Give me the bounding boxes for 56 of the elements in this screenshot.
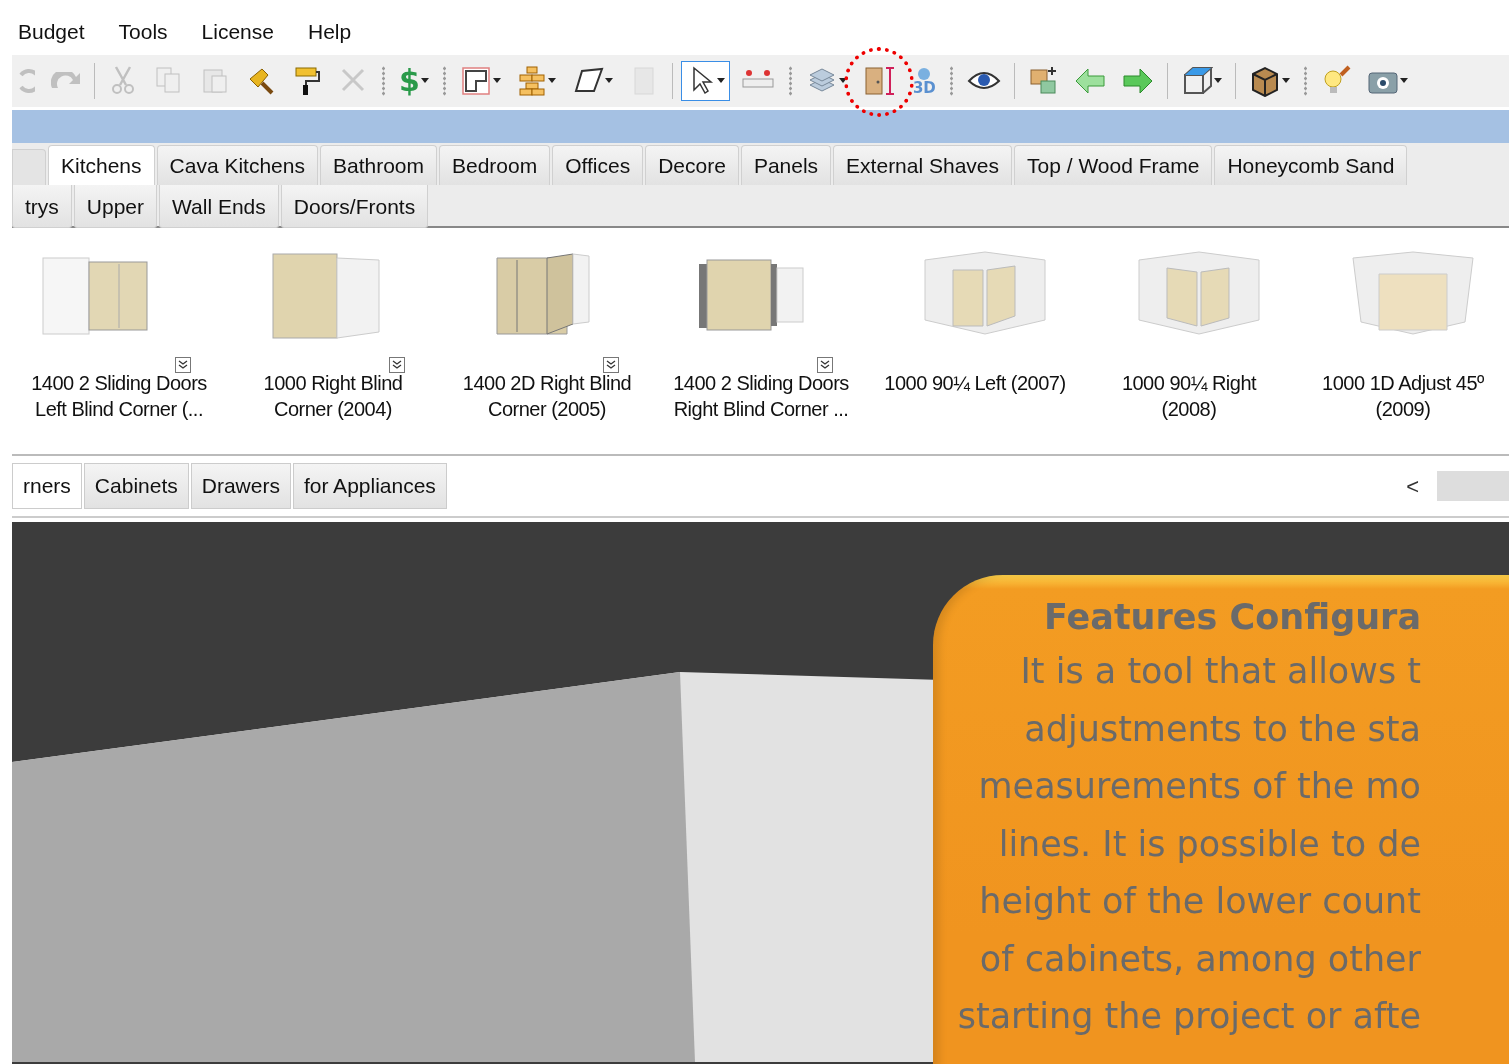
expand-icon[interactable] (603, 356, 619, 373)
item-label[interactable]: 1000 Right Blind Corner (2004) (263, 370, 403, 422)
toolbar-button[interactable] (680, 61, 730, 101)
tab[interactable]: Decore (645, 144, 739, 185)
tab[interactable]: Top / Wood Frame (1014, 144, 1213, 185)
tab[interactable]: Cava Kitchens (156, 144, 318, 185)
caret-icon (838, 78, 847, 84)
scrollbar-track[interactable] (1437, 471, 1509, 501)
menu-item[interactable]: Help (302, 15, 358, 48)
floor-plan-icon (459, 65, 492, 97)
tab[interactable]: rners (12, 463, 82, 509)
tab[interactable]: Offices (552, 144, 644, 185)
expand-icon[interactable] (389, 356, 405, 373)
3d-label: 3D (912, 80, 936, 96)
scroll-left-button[interactable]: < (1388, 469, 1437, 503)
tab[interactable]: Cabinets (83, 463, 189, 509)
caret-icon (1399, 78, 1408, 84)
bricks-icon (516, 65, 547, 97)
caret-icon (1281, 78, 1290, 84)
menu-item[interactable]: Budget (12, 15, 91, 48)
tab[interactable]: Panels (740, 144, 832, 185)
tab[interactable]: Doors/Fronts (280, 185, 429, 228)
item-label[interactable]: 1000 1D Adjust 45º (2009) (1322, 370, 1484, 422)
menu-item[interactable]: License (195, 15, 280, 48)
tab[interactable]: Bathroom (319, 144, 437, 185)
callout-title: Features Configura (1044, 596, 1421, 639)
caret-icon (1213, 78, 1222, 84)
caret-icon (492, 78, 501, 84)
3d-globe-icon (916, 66, 933, 81)
expand-icon[interactable] (817, 356, 833, 373)
tab[interactable]: Wall Ends (159, 185, 279, 228)
item-label[interactable]: 1400 2 Sliding Doors Right Blind Corner ... (673, 370, 849, 422)
caret-icon (604, 78, 613, 84)
tab[interactable]: Kitchens (48, 144, 155, 185)
item-label[interactable]: 1400 2D Right Blind Corner (2005) (462, 370, 632, 422)
boxes-icon (1027, 65, 1058, 97)
item-label[interactable]: 1000 90¼ Left (2007) (884, 370, 1066, 396)
tab[interactable]: Bedroom (439, 144, 551, 185)
item-label[interactable]: 1400 2 Sliding Doors Left Blind Corner (... (31, 370, 207, 422)
tab[interactable]: Upper (73, 185, 158, 228)
redo-icon (51, 72, 81, 90)
paint-roller-icon (292, 65, 322, 97)
item-label[interactable]: 1000 90¼ Right (2008) (1121, 370, 1257, 422)
tab[interactable]: trys (12, 185, 72, 228)
tab[interactable]: for Appliances (292, 463, 447, 509)
caret-icon (716, 78, 725, 84)
door-height-icon (862, 65, 897, 97)
callout-text: It is a tool that allows t adjustments to the sta measurements of the mo lines. It is possible to de height of the lower count of cabinets, among other starting the project or afte (957, 650, 1421, 1038)
tab[interactable]: Drawers (190, 463, 291, 509)
menu-item[interactable]: Tools (112, 15, 174, 48)
expand-icon[interactable] (175, 356, 191, 373)
dollar-sign: $ (399, 66, 420, 96)
tab[interactable]: Honeycomb Sand (1214, 144, 1408, 185)
tab[interactable]: External Shaves (833, 144, 1013, 185)
caret-icon (547, 78, 556, 84)
caret-icon (420, 78, 429, 84)
